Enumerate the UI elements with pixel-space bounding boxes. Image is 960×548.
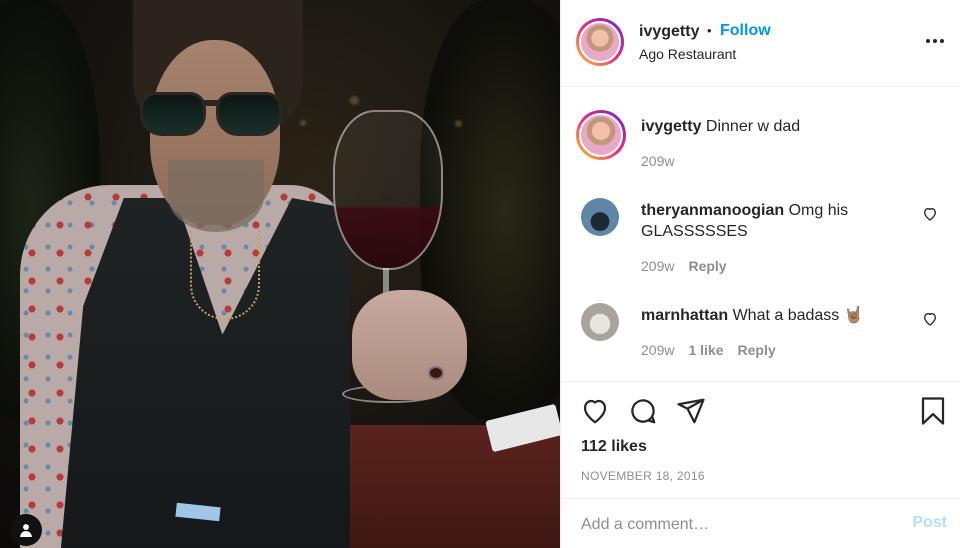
commenter-avatar[interactable] bbox=[581, 303, 619, 341]
sunglasses-left-lens bbox=[140, 92, 206, 136]
comment-body: What a badass bbox=[732, 307, 840, 324]
likes-count[interactable]: 112 likes bbox=[581, 438, 647, 456]
comment-button[interactable] bbox=[627, 396, 659, 428]
tagged-users-button[interactable] bbox=[10, 514, 42, 546]
rock-on-emoji-icon: 🤘🏽 bbox=[843, 307, 864, 324]
post-date[interactable]: NOVEMBER 18, 2016 bbox=[581, 469, 705, 483]
bookmark-icon bbox=[921, 397, 945, 425]
comment-username[interactable]: theryanmanoogian bbox=[641, 202, 784, 219]
necklace bbox=[190, 230, 260, 320]
reply-button[interactable]: Reply bbox=[688, 258, 726, 274]
comment-time[interactable]: 209w bbox=[641, 258, 674, 274]
more-options-icon bbox=[926, 39, 944, 43]
comment-bubble-icon bbox=[631, 399, 656, 424]
sunglasses-right-lens bbox=[216, 92, 282, 136]
share-button[interactable] bbox=[675, 396, 707, 428]
heart-outline-icon bbox=[583, 399, 607, 424]
comment-text: marnhattan What a badass 🤘🏽 bbox=[641, 305, 921, 326]
caption-text: ivygetty Dinner w dad bbox=[641, 116, 921, 137]
author-avatar[interactable] bbox=[576, 18, 624, 66]
photo-subject bbox=[0, 0, 560, 548]
commenter-avatar[interactable] bbox=[581, 198, 619, 236]
separator-dot: • bbox=[707, 23, 712, 38]
more-options-button[interactable] bbox=[924, 30, 946, 52]
comment-text: theryanmanoogian Omg his GLASSSSSES bbox=[641, 200, 921, 242]
reply-button[interactable]: Reply bbox=[738, 342, 776, 358]
comment-meta: 209w Reply bbox=[641, 258, 727, 274]
comment-body: Dinner w dad bbox=[705, 118, 801, 135]
comment-item: marnhattan What a badass 🤘🏽 209w 1 like … bbox=[561, 303, 960, 383]
post-actions: 112 likes NOVEMBER 18, 2016 bbox=[561, 381, 960, 498]
heart-outline-icon bbox=[923, 312, 937, 326]
wine-glass bbox=[333, 110, 443, 270]
comment-likes-button[interactable]: 1 like bbox=[688, 342, 723, 358]
location-link[interactable]: Ago Restaurant bbox=[639, 46, 736, 62]
post-side-panel: ivygetty • Follow Ago Restaurant ivygett… bbox=[560, 0, 960, 548]
sunglasses-bridge bbox=[204, 100, 220, 106]
author-username[interactable]: ivygetty bbox=[639, 23, 699, 41]
like-comment-button[interactable] bbox=[921, 206, 939, 224]
author-avatar[interactable] bbox=[576, 110, 626, 160]
comment-time[interactable]: 209w bbox=[641, 342, 674, 358]
post-comment-button[interactable]: Post bbox=[912, 514, 947, 532]
caption: ivygetty Dinner w dad 209w bbox=[561, 88, 960, 184]
like-comment-button[interactable] bbox=[921, 311, 939, 329]
user-icon bbox=[20, 524, 32, 537]
follow-button[interactable]: Follow bbox=[720, 22, 771, 40]
comment-meta: 209w bbox=[641, 153, 674, 169]
paper-plane-icon bbox=[677, 398, 705, 424]
comment-time[interactable]: 209w bbox=[641, 153, 674, 169]
comment-username[interactable]: marnhattan bbox=[641, 307, 728, 324]
save-button[interactable] bbox=[917, 396, 949, 428]
hand bbox=[352, 290, 467, 400]
post-header: ivygetty • Follow Ago Restaurant bbox=[561, 0, 960, 87]
like-button[interactable] bbox=[579, 396, 611, 428]
beard bbox=[168, 160, 264, 232]
add-comment-bar: Post bbox=[561, 498, 960, 548]
comments-list[interactable]: ivygetty Dinner w dad 209w theryanmanoog… bbox=[561, 88, 960, 381]
comment-item: theryanmanoogian Omg his GLASSSSSES 209w… bbox=[561, 198, 960, 278]
ring bbox=[428, 366, 444, 380]
comment-username[interactable]: ivygetty bbox=[641, 118, 701, 135]
comment-meta: 209w 1 like Reply bbox=[641, 342, 776, 358]
post-photo[interactable] bbox=[0, 0, 560, 548]
heart-outline-icon bbox=[923, 207, 937, 221]
comment-input[interactable] bbox=[581, 513, 901, 537]
